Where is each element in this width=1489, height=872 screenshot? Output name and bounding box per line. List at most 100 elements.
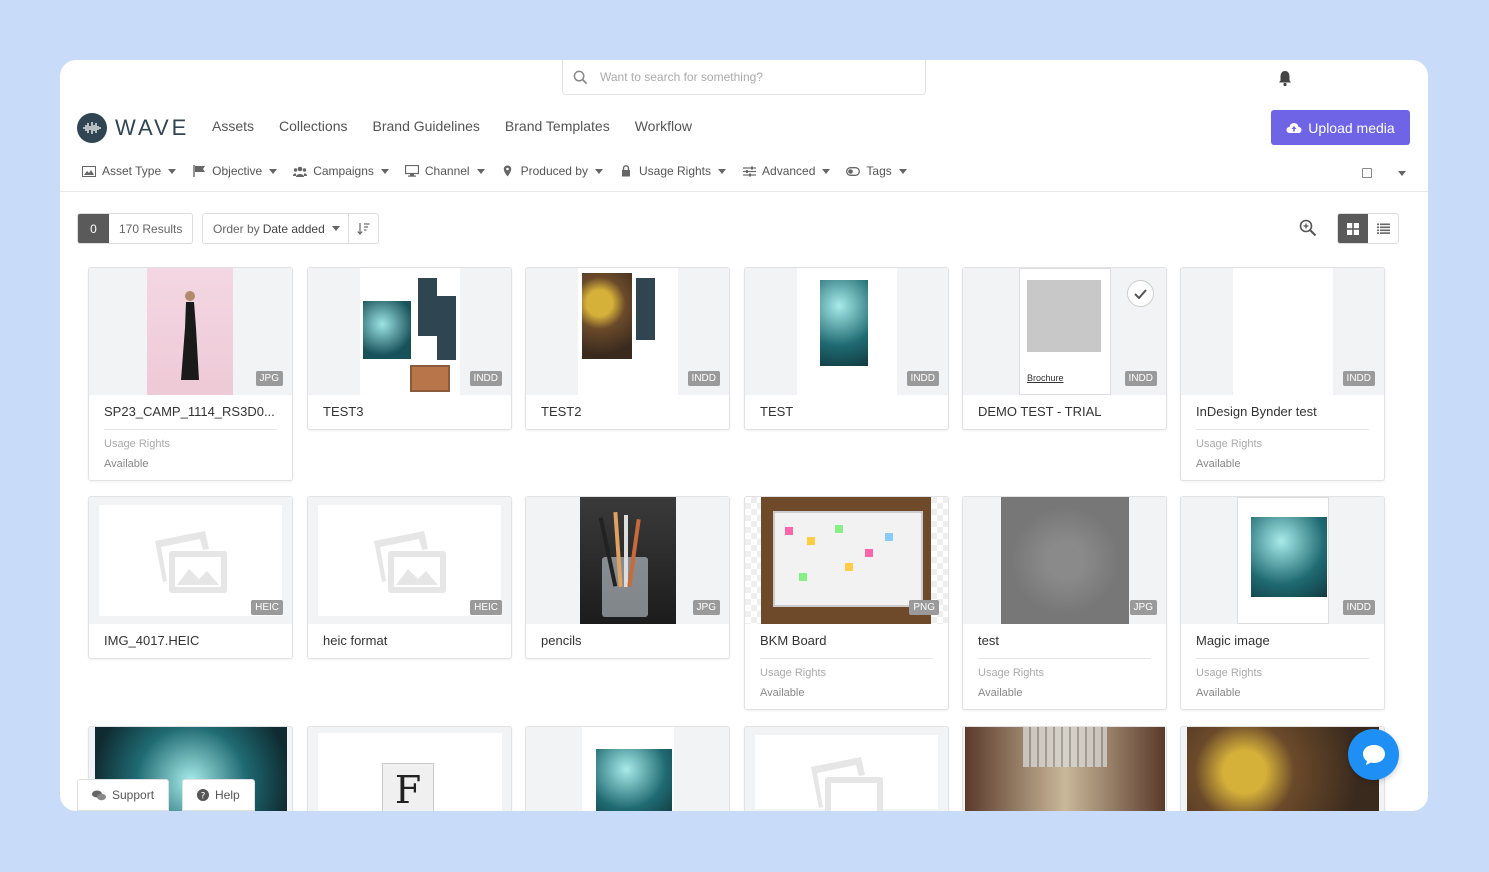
toggle-icon [846, 165, 861, 177]
asset-thumbnail[interactable]: INDD [1181, 268, 1384, 395]
header-divider [60, 191, 1428, 192]
chevron-down-icon [380, 168, 389, 174]
asset-card[interactable]: HEIC heic format [307, 496, 512, 659]
select-all-checkbox[interactable] [1362, 168, 1372, 178]
asset-thumbnail[interactable]: INDD [1181, 497, 1384, 624]
asset-title[interactable]: InDesign Bynder test [1181, 395, 1384, 429]
bell-icon[interactable] [1276, 69, 1294, 87]
asset-thumbnail[interactable]: HEIC [308, 497, 511, 624]
chat-icon [1362, 744, 1385, 765]
image-placeholder-icon [755, 735, 938, 811]
selected-count[interactable]: 0 [78, 214, 109, 243]
asset-card[interactable]: HEIC IMG_4017.HEIC [88, 496, 293, 659]
asset-card[interactable]: JPG SP23_CAMP_1114_RS3D0... Usage Rights… [88, 267, 293, 481]
asset-card[interactable]: JPG pencils [525, 496, 730, 659]
chevron-down-icon [822, 168, 831, 174]
file-type-badge: INDD [1342, 371, 1375, 386]
asset-thumbnail[interactable] [963, 727, 1166, 811]
asset-card[interactable]: INDD InDesign Bynder test Usage Rights A… [1180, 267, 1385, 481]
asset-card[interactable]: PNG BKM Board Usage Rights Available [744, 496, 949, 710]
asset-title[interactable]: pencils [526, 624, 729, 658]
filter-asset-type[interactable]: Asset Type [82, 164, 177, 178]
upload-media-button[interactable]: Upload media [1271, 110, 1410, 145]
asset-thumbnail[interactable] [745, 727, 948, 811]
main-nav: Assets Collections Brand Guidelines Bran… [212, 118, 717, 134]
monitor-icon [404, 165, 419, 177]
asset-thumbnail[interactable] [526, 727, 729, 811]
search-input[interactable] [600, 70, 900, 84]
select-checkmark-icon[interactable] [1127, 280, 1154, 307]
asset-thumbnail[interactable]: HEIC [89, 497, 292, 624]
order-dropdown[interactable]: Order by Date added [203, 214, 349, 243]
chevron-down-icon [476, 168, 485, 174]
filter-objective[interactable]: Objective [192, 164, 278, 178]
asset-card[interactable] [744, 726, 949, 811]
chevron-down-icon [898, 168, 907, 174]
file-type-badge: JPG [1129, 600, 1157, 615]
question-circle-icon: ? [197, 789, 209, 801]
filter-usage-rights[interactable]: Usage Rights [619, 164, 727, 178]
asset-thumbnail[interactable]: JPG [963, 497, 1166, 624]
select-options-chevron-icon[interactable] [1398, 171, 1406, 176]
chat-launcher-button[interactable] [1348, 729, 1399, 780]
asset-title[interactable]: TEST3 [308, 395, 511, 429]
filter-advanced[interactable]: Advanced [742, 164, 831, 178]
asset-card[interactable]: Brochure INDD DEMO TEST - TRIAL [962, 267, 1167, 430]
file-type-badge: INDD [469, 371, 502, 386]
search-bar[interactable] [562, 60, 926, 95]
asset-thumbnail[interactable]: INDD [745, 268, 948, 395]
asset-card[interactable] [525, 726, 730, 811]
nav-workflow[interactable]: Workflow [635, 118, 692, 134]
asset-thumbnail[interactable]: F [308, 727, 511, 811]
asset-title[interactable]: TEST [745, 395, 948, 429]
asset-title[interactable]: TEST2 [526, 395, 729, 429]
nav-brand-guidelines[interactable]: Brand Guidelines [373, 118, 480, 134]
file-type-badge: HEIC [470, 600, 502, 615]
app-window: WAVE Assets Collections Brand Guidelines… [60, 60, 1428, 811]
help-button[interactable]: ? Help [182, 779, 255, 811]
asset-card[interactable]: INDD TEST [744, 267, 949, 430]
asset-card[interactable]: INDD TEST3 [307, 267, 512, 430]
support-button[interactable]: Support [77, 779, 170, 811]
asset-thumbnail[interactable]: INDD [308, 268, 511, 395]
nav-assets[interactable]: Assets [212, 118, 254, 134]
asset-card[interactable]: JPG test Usage Rights Available [962, 496, 1167, 710]
brand-logo[interactable]: WAVE [77, 113, 189, 143]
chevron-down-icon [594, 168, 603, 174]
nav-collections[interactable]: Collections [279, 118, 347, 134]
filter-channel[interactable]: Channel [404, 164, 485, 178]
nav-brand-templates[interactable]: Brand Templates [505, 118, 610, 134]
filter-campaigns[interactable]: Campaigns [293, 164, 389, 178]
file-type-badge: JPG [255, 371, 283, 386]
asset-title[interactable]: heic format [308, 624, 511, 658]
view-toggle [1337, 213, 1399, 244]
asset-thumbnail[interactable]: Brochure INDD [963, 268, 1166, 395]
asset-meta: Usage Rights Available [978, 658, 1151, 709]
asset-title[interactable]: BKM Board [745, 624, 948, 658]
filter-bar: Asset Type Objective Campaigns Channel P… [82, 164, 923, 178]
list-view-button[interactable] [1368, 214, 1398, 243]
asset-card[interactable]: INDD Magic image Usage Rights Available [1180, 496, 1385, 710]
asset-title[interactable]: DEMO TEST - TRIAL [963, 395, 1166, 429]
filter-produced-by[interactable]: Produced by [501, 164, 603, 178]
asset-thumbnail[interactable]: PNG [745, 497, 948, 624]
asset-title[interactable]: IMG_4017.HEIC [89, 624, 292, 658]
sort-direction-button[interactable] [349, 214, 378, 243]
chevron-down-icon [331, 226, 340, 231]
asset-thumbnail[interactable]: JPG [526, 497, 729, 624]
file-type-badge: INDD [1342, 600, 1375, 615]
filter-tags[interactable]: Tags [846, 164, 907, 178]
chevron-down-icon [168, 168, 177, 174]
asset-card[interactable] [962, 726, 1167, 811]
file-type-badge: JPG [692, 600, 720, 615]
asset-thumbnail[interactable]: JPG [89, 268, 292, 395]
file-type-badge: PNG [909, 600, 939, 615]
asset-card[interactable]: F [307, 726, 512, 811]
asset-card[interactable]: INDD TEST2 [525, 267, 730, 430]
asset-title[interactable]: Magic image [1181, 624, 1384, 658]
asset-title[interactable]: SP23_CAMP_1114_RS3D0... [89, 395, 292, 429]
asset-title[interactable]: test [963, 624, 1166, 658]
asset-thumbnail[interactable]: INDD [526, 268, 729, 395]
zoom-icon[interactable] [1299, 219, 1317, 237]
grid-view-button[interactable] [1338, 214, 1368, 243]
